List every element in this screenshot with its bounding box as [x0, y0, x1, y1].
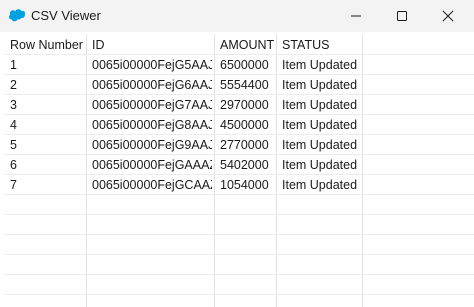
table-cell[interactable]: 1	[10, 55, 84, 75]
table-cell[interactable]: Item Updated	[282, 135, 360, 155]
table-row[interactable]: 2 0065i00000FejG6AAJ 5554400 Item Updated	[4, 74, 474, 94]
table-cell[interactable]: 2970000	[220, 95, 274, 115]
table-cell[interactable]: 5	[10, 135, 84, 155]
table-row[interactable]: 7 0065i00000FejGCAAZ 1054000 Item Updated	[4, 174, 474, 194]
data-grid[interactable]: Row Number ID AMOUNT STATUS 1 0065i00000FejG5…	[4, 34, 474, 307]
column-header[interactable]: STATUS	[282, 35, 360, 55]
table-cell[interactable]: 0065i00000FejGCAAZ	[92, 175, 212, 195]
column-header[interactable]: AMOUNT	[220, 35, 274, 55]
salesforce-cloud-icon	[9, 9, 25, 22]
row-divider	[4, 214, 474, 215]
table-row[interactable]: 5 0065i00000FejG9AAJ 2770000 Item Updated	[4, 134, 474, 154]
table-cell[interactable]: 6	[10, 155, 84, 175]
minimize-button[interactable]	[333, 0, 379, 32]
maximize-button[interactable]	[379, 0, 425, 32]
table-cell[interactable]: 0065i00000FejG8AAJ	[92, 115, 212, 135]
table-cell[interactable]: Item Updated	[282, 115, 360, 135]
table-cell[interactable]: 5402000	[220, 155, 274, 175]
table-cell[interactable]: 0065i00000FejG6AAJ	[92, 75, 212, 95]
window-title: CSV Viewer	[31, 8, 101, 23]
table-cell[interactable]: Item Updated	[282, 75, 360, 95]
table-cell[interactable]: 4	[10, 115, 84, 135]
table-cell[interactable]: 7	[10, 175, 84, 195]
close-icon	[442, 10, 454, 22]
column-header[interactable]: Row Number	[10, 35, 84, 55]
table-cell[interactable]: 2	[10, 75, 84, 95]
table-row[interactable]: 4 0065i00000FejG8AAJ 4500000 Item Updated	[4, 114, 474, 134]
table-cell[interactable]: 0065i00000FejG5AAJ	[92, 55, 212, 75]
row-divider	[4, 254, 474, 255]
table-cell[interactable]: Item Updated	[282, 95, 360, 115]
maximize-icon	[397, 11, 407, 21]
table-cell[interactable]: 1054000	[220, 175, 274, 195]
close-button[interactable]	[425, 0, 471, 32]
table-cell[interactable]: 5554400	[220, 75, 274, 95]
table-cell[interactable]: 0065i00000FejG9AAJ	[92, 135, 212, 155]
table-row[interactable]: 3 0065i00000FejG7AAJ 2970000 Item Updated	[4, 94, 474, 114]
row-divider	[4, 234, 474, 235]
minimize-icon	[351, 15, 361, 17]
table-cell[interactable]: 4500000	[220, 115, 274, 135]
table-cell[interactable]: 2770000	[220, 135, 274, 155]
table-cell[interactable]: Item Updated	[282, 55, 360, 75]
row-divider	[4, 274, 474, 275]
table-row[interactable]: 6 0065i00000FejGAAAZ 5402000 Item Updated	[4, 154, 474, 174]
table-row[interactable]: 1 0065i00000FejG5AAJ 6500000 Item Updated	[4, 54, 474, 74]
column-header[interactable]: ID	[92, 35, 212, 55]
table-cell[interactable]: 6500000	[220, 55, 274, 75]
table-cell[interactable]: 0065i00000FejGAAAZ	[92, 155, 212, 175]
row-divider	[4, 294, 474, 295]
table-cell[interactable]: Item Updated	[282, 155, 360, 175]
table-cell[interactable]: Item Updated	[282, 175, 360, 195]
table-cell[interactable]: 0065i00000FejG7AAJ	[92, 95, 212, 115]
title-bar[interactable]: CSV Viewer	[0, 0, 474, 32]
csv-viewer-window: CSV Viewer Row Number ID AMOUNT STATUS 1 0065…	[0, 0, 474, 307]
table-cell[interactable]: 3	[10, 95, 84, 115]
